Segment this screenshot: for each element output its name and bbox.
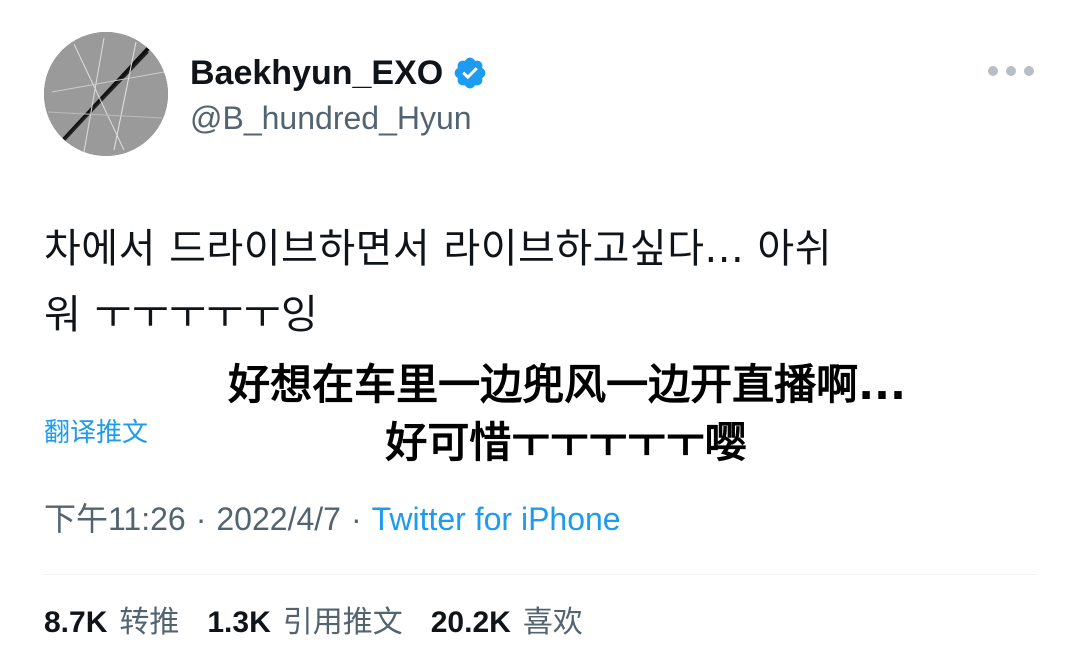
- tweet-stats: 8.7K 转推 1.3K 引用推文 20.2K 喜欢: [44, 605, 583, 641]
- quotes-count: 1.3K: [207, 606, 271, 639]
- meta-separator: ·: [195, 501, 207, 537]
- dot: [1024, 66, 1034, 76]
- tweet-text: 차에서 드라이브하면서 라이브하고싶다... 아쉬 워 ㅜㅜㅜㅜㅜ잉: [44, 216, 1034, 348]
- more-options-icon[interactable]: [988, 58, 1034, 84]
- dot: [988, 66, 998, 76]
- translate-tweet-link[interactable]: 翻译推文: [44, 418, 148, 448]
- dot: [1006, 66, 1016, 76]
- divider: [44, 574, 1036, 575]
- quotes-stat[interactable]: 1.3K 引用推文: [207, 605, 402, 641]
- avatar-image: [44, 32, 168, 156]
- tweet-source-link[interactable]: Twitter for iPhone: [372, 501, 621, 537]
- tweet-meta: 下午11:26 · 2022/4/7 · Twitter for iPhone: [44, 500, 621, 538]
- likes-count: 20.2K: [430, 606, 511, 639]
- tweet-text-line: 워 ㅜㅜㅜㅜㅜ잉: [44, 292, 319, 338]
- meta-separator: ·: [350, 501, 362, 537]
- display-name[interactable]: Baekhyun_EXO: [190, 54, 443, 92]
- retweets-label: 转推: [119, 605, 180, 640]
- retweets-stat[interactable]: 8.7K 转推: [44, 605, 179, 641]
- tweet-date[interactable]: 2022/4/7: [216, 501, 341, 537]
- tweet-text-line: 차에서 드라이브하면서 라이브하고싶다... 아쉬: [44, 226, 832, 272]
- verified-badge-icon: [452, 55, 488, 91]
- likes-stat[interactable]: 20.2K 喜欢: [431, 605, 583, 641]
- tweet-time[interactable]: 下午11:26: [44, 501, 186, 537]
- translation-caption: 好想在车里一边兜风一边开直播啊...: [228, 360, 906, 409]
- retweets-count: 8.7K: [44, 606, 108, 639]
- user-handle[interactable]: @B_hundred_Hyun: [190, 100, 472, 136]
- tweet-card: Baekhyun_EXO @B_hundred_Hyun 차에서 드라이브하면서…: [0, 0, 1080, 666]
- quotes-label: 引用推文: [282, 605, 403, 640]
- avatar[interactable]: [44, 32, 168, 156]
- likes-label: 喜欢: [522, 605, 583, 640]
- translation-caption: 好可惜ㅜㅜㅜㅜㅜ嘤: [385, 418, 747, 467]
